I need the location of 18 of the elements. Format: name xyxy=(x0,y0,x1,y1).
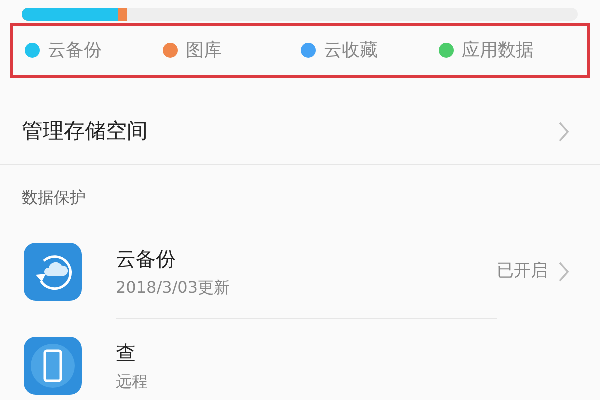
row-title: 云备份 xyxy=(116,246,177,272)
row-title: 查 xyxy=(116,340,137,366)
manage-storage-row[interactable]: 管理存储空间 xyxy=(0,100,600,165)
section-title: 数据保护 xyxy=(22,187,86,209)
legend-label: 云收藏 xyxy=(324,39,378,63)
list-row[interactable]: 查 远程 xyxy=(0,319,600,400)
list-row[interactable]: 云备份 2018/3/03更新 已开启 xyxy=(0,225,600,319)
phone-icon xyxy=(24,337,82,395)
legend-label: 图库 xyxy=(186,39,222,63)
row-subtitle: 2018/3/03更新 xyxy=(116,276,232,298)
cloud-sync-icon xyxy=(24,243,82,301)
manage-storage-label: 管理存储空间 xyxy=(22,118,148,146)
row-subtitle: 远程 xyxy=(116,370,149,392)
chevron-icon xyxy=(558,261,570,283)
chevron-icon xyxy=(558,121,570,143)
legend-label: 应用数据 xyxy=(462,39,534,63)
status-label: 已开启 xyxy=(497,260,548,284)
legend-label: 云备份 xyxy=(48,39,102,63)
